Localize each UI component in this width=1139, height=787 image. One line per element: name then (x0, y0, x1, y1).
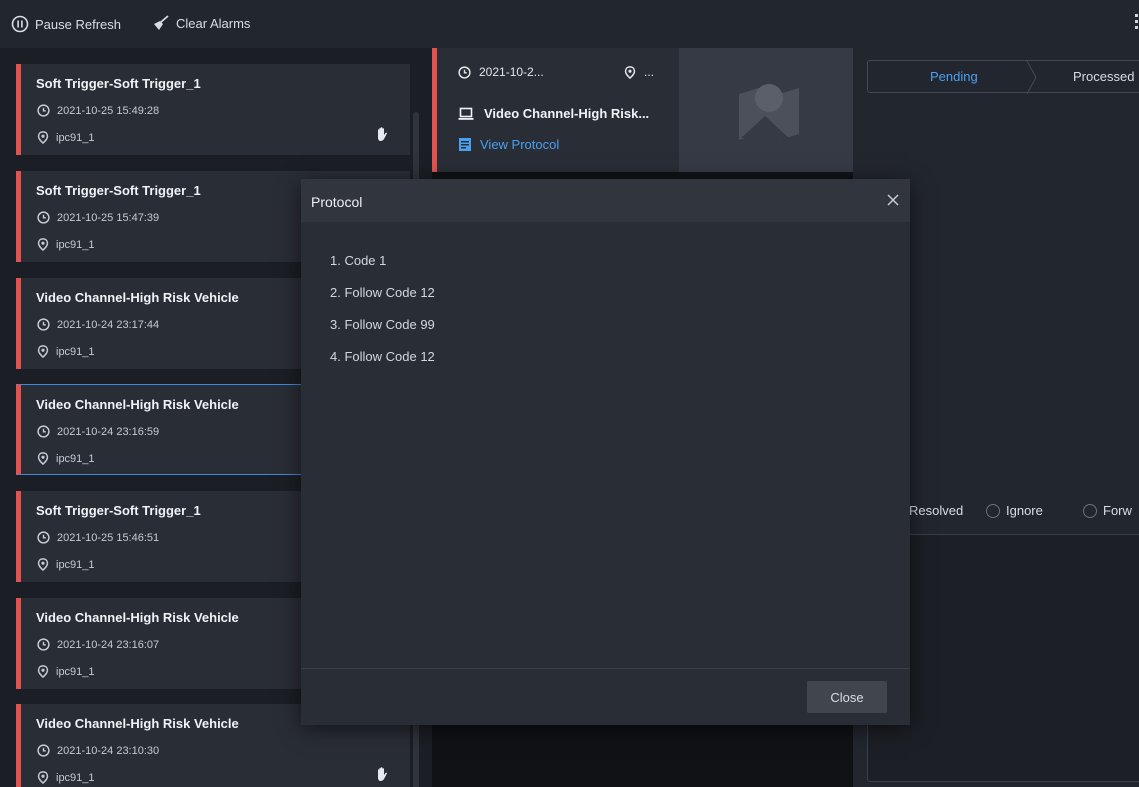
top-toolbar: Pause Refresh Clear Alarms (0, 0, 1139, 48)
alarm-detail-card[interactable]: 2021-10-2... ... Video Channel-High Risk… (432, 48, 858, 172)
pause-refresh-label: Pause Refresh (35, 16, 121, 32)
radio-forward[interactable] (1083, 503, 1097, 518)
option-forward[interactable]: Forw (1083, 503, 1132, 518)
protocol-item: 3. Follow Code 99 (330, 317, 435, 332)
alarm-location-text: ipc91_1 (56, 452, 95, 465)
option-resolved[interactable]: Resolved (909, 503, 963, 518)
location-pin-icon (37, 452, 49, 465)
alarm-card[interactable]: Soft Trigger-Soft Trigger_1 2021-10-25 15… (16, 64, 410, 155)
clock-icon (37, 425, 50, 438)
protocol-doc-icon (459, 138, 471, 151)
detail-location-text: ... (644, 65, 655, 79)
protocol-dialog: Protocol 1. Code 1 2. Follow Code 12 3. … (301, 179, 910, 725)
alarm-time: 2021-10-24 23:17:44 (37, 318, 159, 331)
alarm-location-text: ipc91_1 (56, 345, 95, 358)
alarm-title: Video Channel-High Risk Vehicle (36, 290, 239, 305)
more-options-icon[interactable] (1135, 14, 1139, 32)
hand-icon[interactable] (374, 766, 390, 787)
alarm-time: 2021-10-25 15:47:39 (37, 211, 159, 224)
pause-icon (11, 15, 29, 33)
option-ignore-label: Ignore (1006, 503, 1043, 518)
dialog-header: Protocol (301, 179, 910, 222)
alarm-time: 2021-10-24 23:16:07 (37, 638, 159, 651)
detail-time-text: 2021-10-2... (479, 65, 544, 79)
location-pin-icon (624, 65, 636, 79)
alarm-time-text: 2021-10-24 23:10:30 (57, 744, 160, 757)
alarm-time-text: 2021-10-24 23:17:44 (57, 318, 160, 331)
alarm-location: ipc91_1 (37, 345, 95, 358)
alarm-location: ipc91_1 (37, 238, 95, 251)
alarm-location-text: ipc91_1 (56, 558, 95, 571)
clear-alarms-button[interactable]: Clear Alarms (152, 15, 250, 31)
alarm-title: Video Channel-High Risk Vehicle (36, 610, 239, 625)
alarm-time-text: 2021-10-24 23:16:59 (57, 425, 160, 438)
protocol-item: 1. Code 1 (330, 253, 387, 268)
alarm-location-text: ipc91_1 (56, 238, 95, 251)
alarm-location: ipc91_1 (37, 131, 95, 144)
alarm-time: 2021-10-24 23:16:59 (37, 425, 159, 438)
hand-icon[interactable] (374, 126, 390, 147)
alarm-location: ipc91_1 (37, 452, 95, 465)
detail-location: ... (624, 65, 654, 79)
option-resolved-label: Resolved (909, 503, 964, 518)
alarm-time-text: 2021-10-25 15:47:39 (57, 211, 160, 224)
detail-channel-text: Video Channel-High Risk... (484, 106, 650, 121)
alarm-title: Soft Trigger-Soft Trigger_1 (36, 76, 201, 91)
snapshot-thumbnail[interactable] (679, 48, 858, 172)
alarm-location-text: ipc91_1 (56, 665, 95, 678)
alarm-time-text: 2021-10-25 15:46:51 (57, 531, 160, 544)
radio-ignore[interactable] (986, 503, 1000, 518)
option-forward-label: Forw (1103, 503, 1132, 518)
close-button[interactable]: Close (807, 681, 887, 713)
location-pin-icon (37, 131, 49, 144)
protocol-item: 4. Follow Code 12 (330, 349, 435, 364)
alarm-title: Video Channel-High Risk Vehicle (36, 716, 239, 731)
location-pin-icon (37, 771, 49, 784)
pause-refresh-button[interactable]: Pause Refresh (11, 15, 121, 33)
alarm-location: ipc91_1 (37, 771, 95, 784)
clock-icon (37, 531, 50, 544)
alarm-location-text: ipc91_1 (56, 131, 95, 144)
clear-alarms-label: Clear Alarms (176, 15, 251, 31)
tab-separator (1026, 61, 1037, 94)
tab-pending[interactable]: Pending (930, 69, 978, 84)
alarm-time: 2021-10-25 15:49:28 (37, 104, 159, 117)
location-pin-icon (37, 558, 49, 571)
alarm-time: 2021-10-25 15:46:51 (37, 531, 159, 544)
alarm-location-text: ipc91_1 (56, 771, 95, 784)
clock-icon (458, 65, 471, 79)
clock-icon (37, 104, 50, 117)
location-pin-icon (37, 345, 49, 358)
clock-icon (37, 211, 50, 224)
location-pin-icon (37, 238, 49, 251)
protocol-item: 2. Follow Code 12 (330, 285, 435, 300)
dialog-title: Protocol (311, 194, 363, 210)
view-protocol-label: View Protocol (480, 137, 560, 152)
laptop-icon (458, 107, 474, 120)
clock-icon (37, 318, 50, 331)
protocol-list: 1. Code 1 2. Follow Code 12 3. Follow Co… (330, 253, 435, 381)
detail-channel: Video Channel-High Risk... (458, 106, 649, 121)
status-tabs: Pending Processed (867, 60, 1139, 94)
clock-icon (37, 744, 50, 757)
broom-icon (154, 15, 169, 30)
view-protocol-link[interactable]: View Protocol (458, 137, 559, 152)
alarm-title: Soft Trigger-Soft Trigger_1 (36, 183, 201, 198)
dialog-footer: Close (301, 668, 910, 725)
alarm-title: Soft Trigger-Soft Trigger_1 (36, 503, 201, 518)
alarm-location: ipc91_1 (37, 665, 95, 678)
alarm-time-text: 2021-10-24 23:16:07 (57, 638, 160, 651)
location-pin-icon (37, 665, 49, 678)
option-ignore[interactable]: Ignore (986, 503, 1043, 518)
close-icon[interactable] (884, 191, 902, 209)
alarm-location: ipc91_1 (37, 558, 95, 571)
detail-time: 2021-10-2... (458, 65, 544, 79)
clock-icon (37, 638, 50, 651)
image-placeholder-icon (739, 84, 799, 140)
alarm-time: 2021-10-24 23:10:30 (37, 744, 159, 757)
alarm-title: Video Channel-High Risk Vehicle (36, 397, 239, 412)
alarm-time-text: 2021-10-25 15:49:28 (57, 104, 160, 117)
tab-processed[interactable]: Processed (1073, 69, 1134, 84)
